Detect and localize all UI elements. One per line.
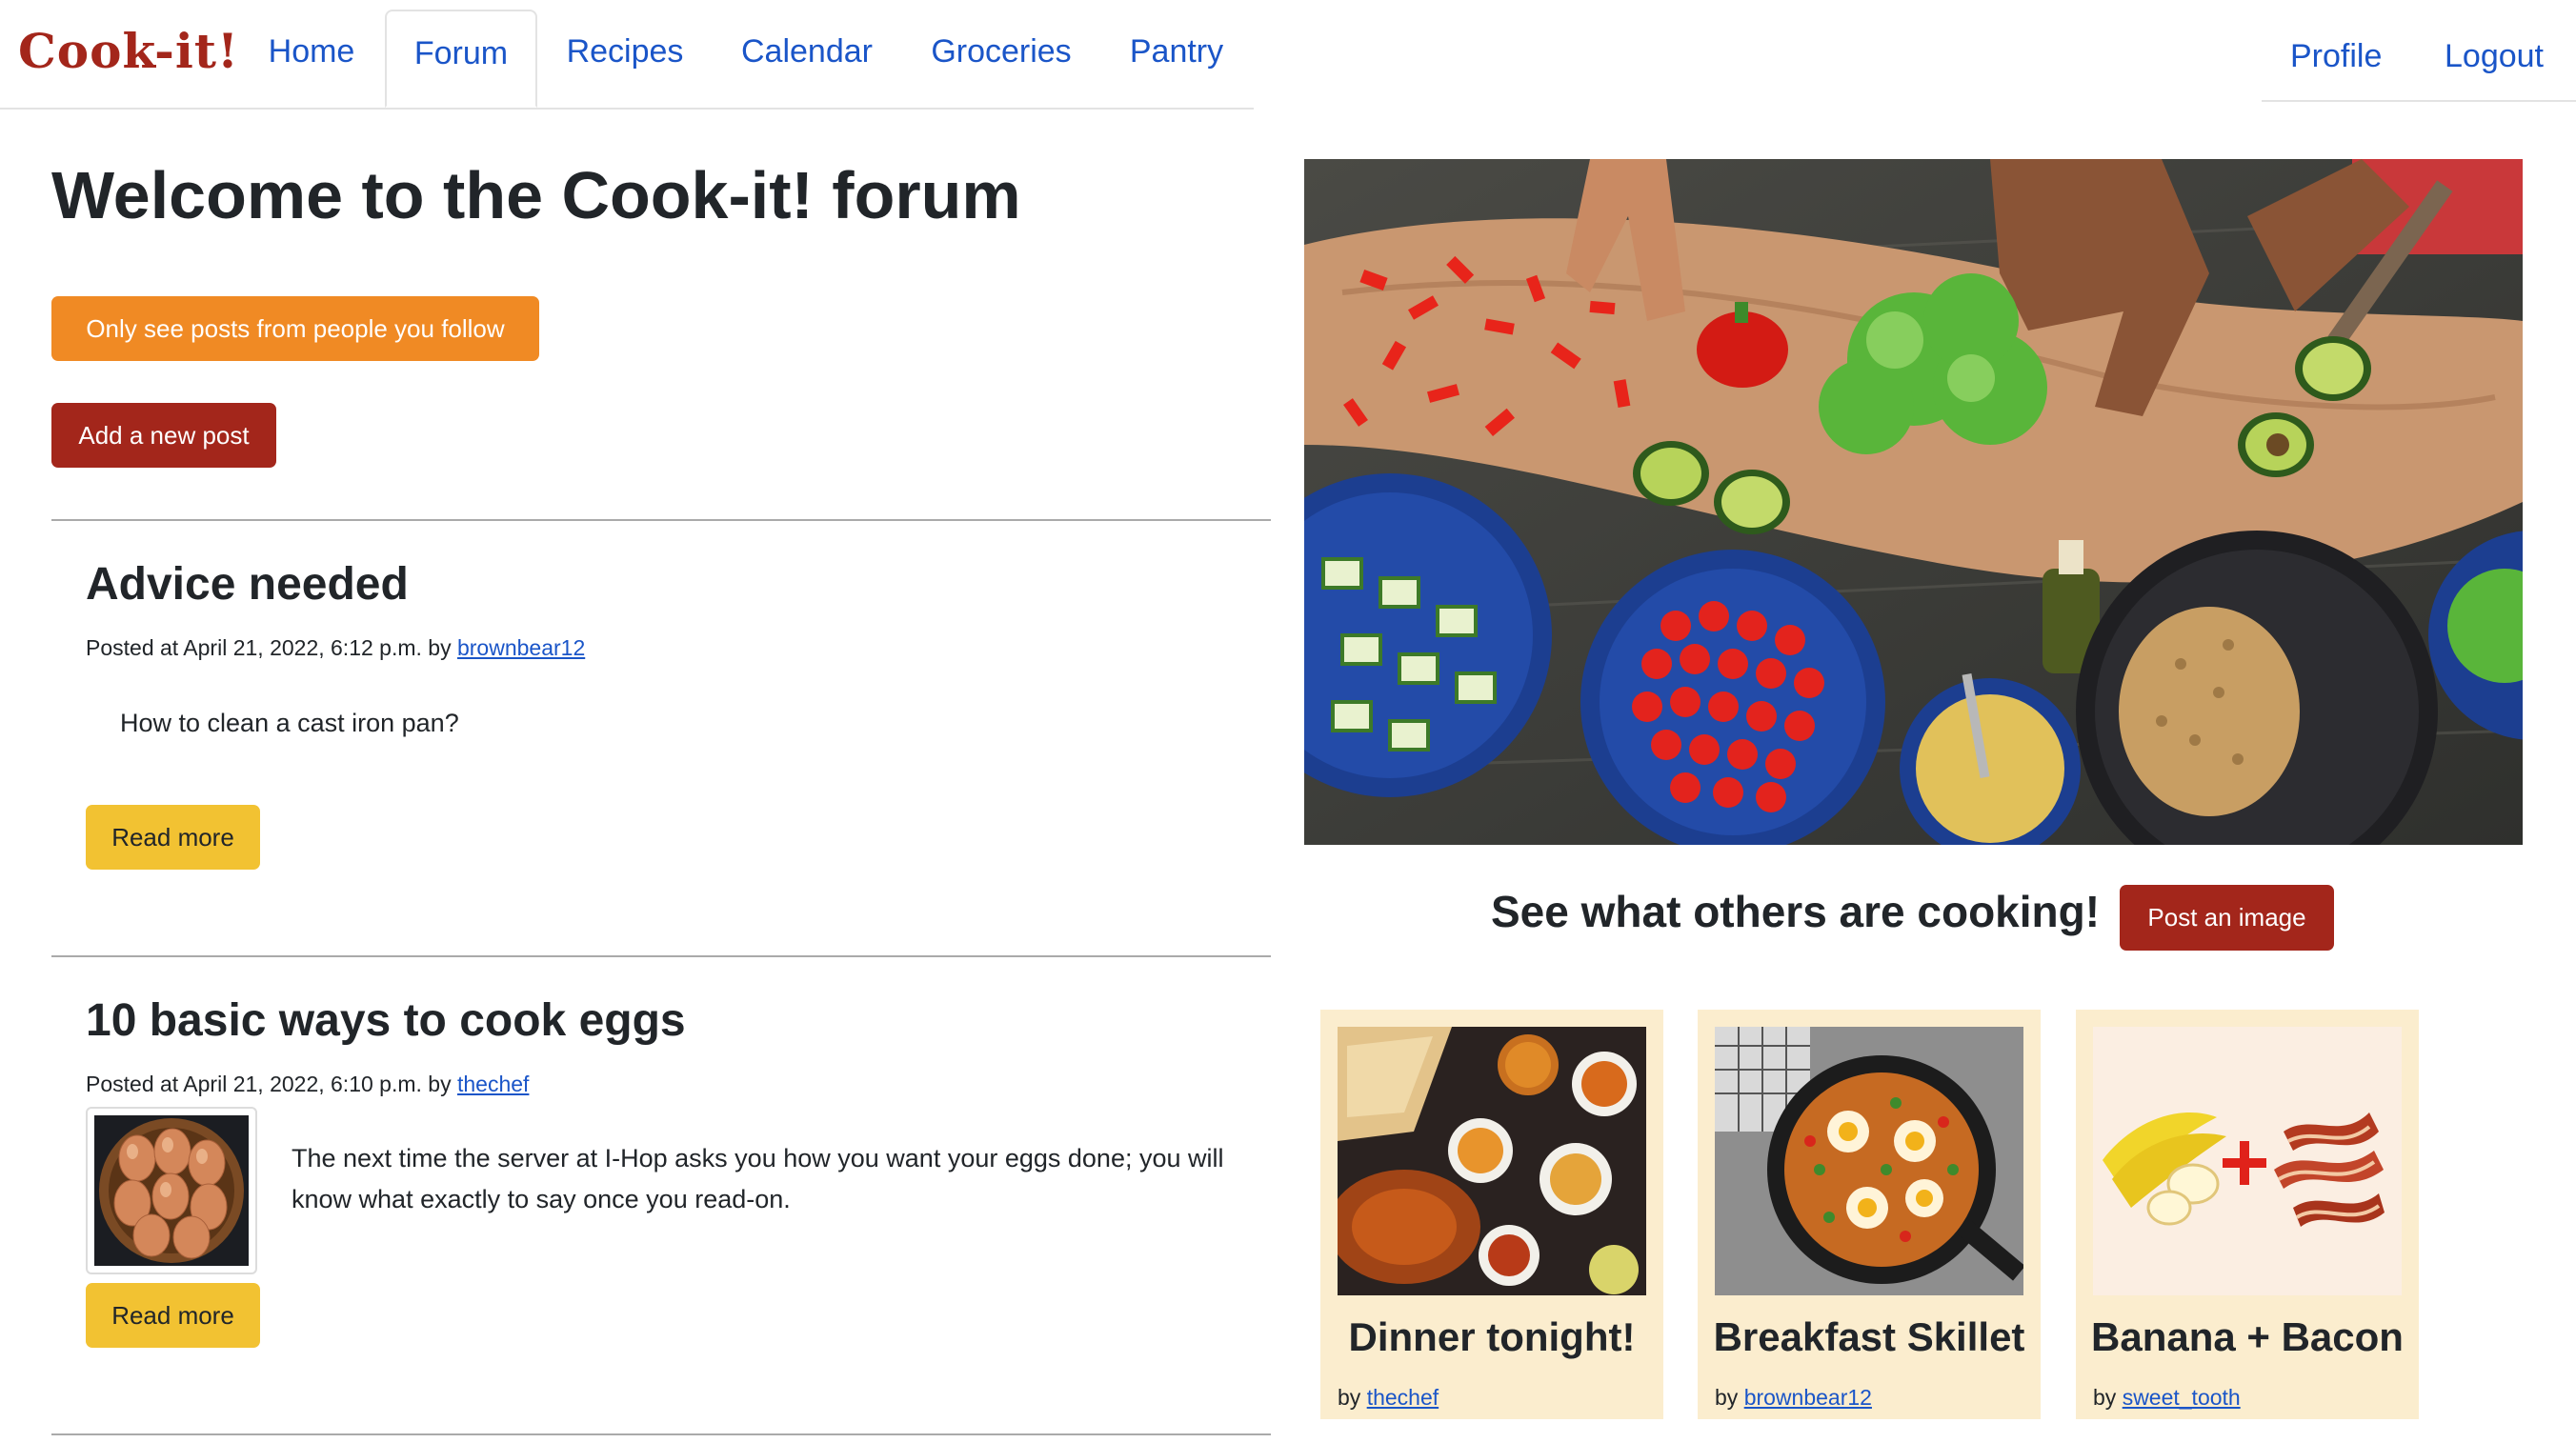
follow-filter-button[interactable]: Only see posts from people you follow <box>51 296 539 361</box>
card-byline: by sweet_tooth <box>2093 1385 2241 1411</box>
post-date: Posted at April 21, 2022, 6:12 p.m. by <box>86 635 452 660</box>
card-byline: by thechef <box>1338 1385 1439 1411</box>
user-nav: Profile Logout <box>2262 0 2576 102</box>
gallery-card[interactable]: Banana + Bacon by sweet_tooth <box>2076 1010 2419 1419</box>
breakfast-skillet-image <box>1715 1027 2023 1295</box>
card-title: Breakfast Skillet <box>1713 1314 2025 1359</box>
post-title[interactable]: Advice needed <box>86 558 409 611</box>
post-meta: Posted at April 21, 2022, 6:10 p.m. by t… <box>86 1072 529 1097</box>
by-label: by <box>2093 1385 2117 1410</box>
by-label: by <box>1338 1385 1361 1410</box>
eggs-basket-image <box>94 1115 249 1266</box>
author-link[interactable]: brownbear12 <box>1744 1385 1872 1410</box>
brand-logo[interactable]: Cook-it! <box>18 23 239 79</box>
hero-image <box>1304 159 2523 845</box>
card-title: Dinner tonight! <box>1348 1314 1636 1359</box>
tab-groceries[interactable]: Groceries <box>913 10 1090 108</box>
tab-pantry[interactable]: Pantry <box>1115 10 1238 108</box>
divider <box>51 955 1271 957</box>
tab-calendar[interactable]: Calendar <box>726 10 888 108</box>
divider <box>51 519 1271 521</box>
page-title: Welcome to the Cook-it! forum <box>51 158 1021 232</box>
author-link[interactable]: thechef <box>457 1072 529 1096</box>
author-link[interactable]: sweet_tooth <box>2123 1385 2241 1410</box>
gallery-card[interactable]: Breakfast Skillet by brownbear12 <box>1698 1010 2041 1419</box>
post-title[interactable]: 10 basic ways to cook eggs <box>86 994 686 1047</box>
banana-bacon-image <box>2093 1027 2402 1295</box>
read-more-button[interactable]: Read more <box>86 805 260 870</box>
post-thumbnail <box>86 1107 257 1274</box>
top-nav: Cook-it! Home Forum Recipes Calendar Gro… <box>0 0 1254 110</box>
post-excerpt: How to clean a cast iron pan? <box>120 709 459 737</box>
add-post-button[interactable]: Add a new post <box>51 403 276 468</box>
by-label: by <box>1715 1385 1739 1410</box>
read-more-button[interactable]: Read more <box>86 1283 260 1348</box>
profile-link[interactable]: Profile <box>2290 38 2382 75</box>
divider <box>51 1433 1271 1435</box>
tab-forum[interactable]: Forum <box>385 10 537 108</box>
author-link[interactable]: brownbear12 <box>457 635 585 660</box>
post-image-button[interactable]: Post an image <box>2120 885 2334 951</box>
post-date: Posted at April 21, 2022, 6:10 p.m. by <box>86 1072 452 1096</box>
card-title: Banana + Bacon <box>2091 1314 2404 1359</box>
logout-link[interactable]: Logout <box>2445 38 2544 75</box>
author-link[interactable]: thechef <box>1367 1385 1439 1410</box>
card-image <box>1338 1027 1646 1295</box>
tab-recipes[interactable]: Recipes <box>549 10 701 108</box>
post-excerpt: The next time the server at I-Hop asks y… <box>292 1144 1224 1213</box>
dinner-dishes-image <box>1338 1027 1646 1295</box>
tab-home[interactable]: Home <box>250 10 373 108</box>
gallery-card[interactable]: Dinner tonight! by thechef <box>1320 1010 1663 1419</box>
gallery-heading: See what others are cooking! <box>1491 887 2101 936</box>
card-image <box>1715 1027 2023 1295</box>
post-meta: Posted at April 21, 2022, 6:12 p.m. by b… <box>86 635 585 661</box>
card-image <box>2093 1027 2402 1295</box>
card-byline: by brownbear12 <box>1715 1385 1872 1411</box>
cooking-table-image <box>1304 159 2523 845</box>
